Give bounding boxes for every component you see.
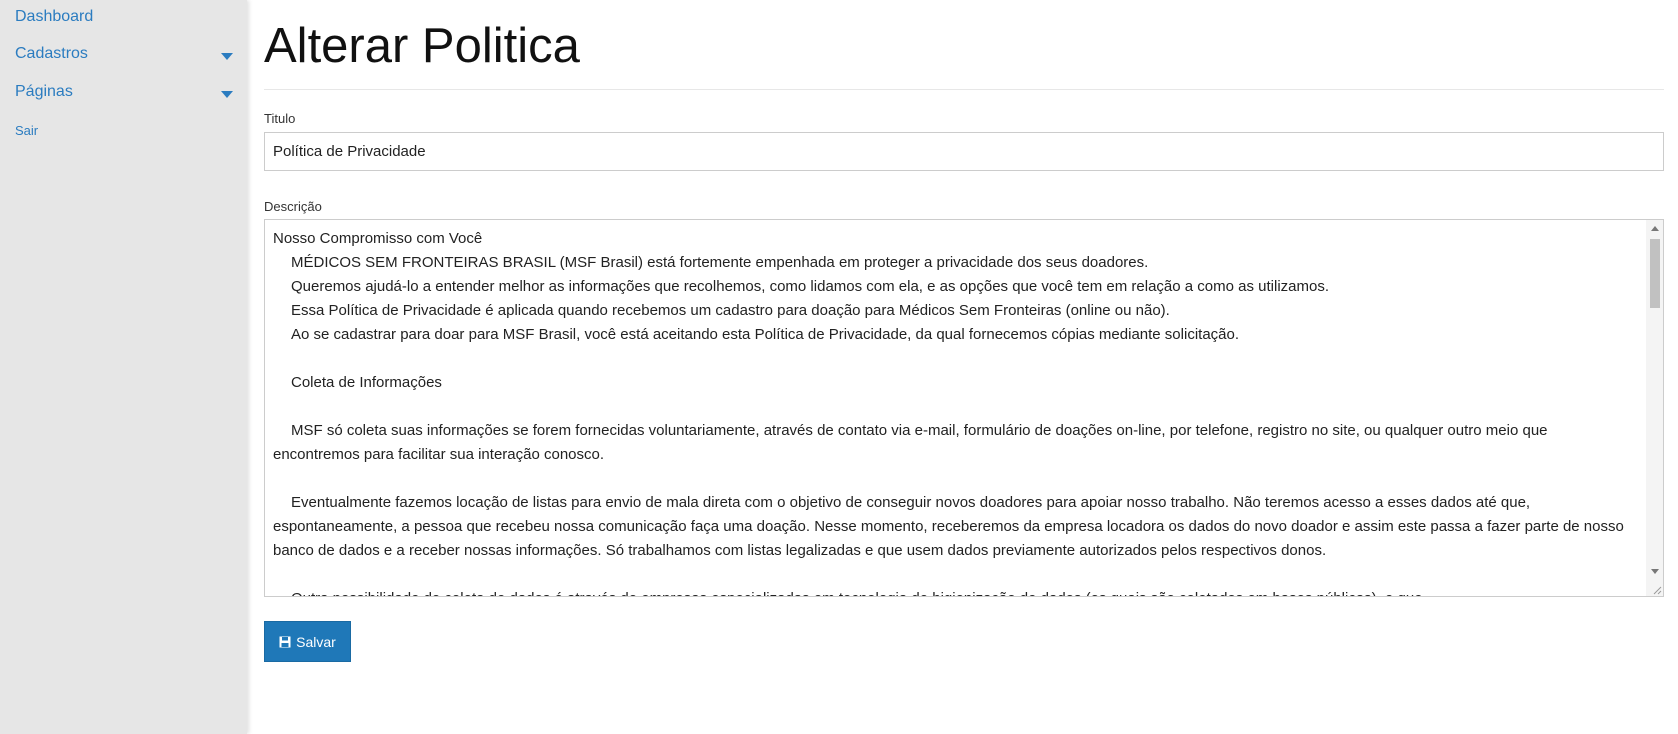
descricao-text: Nosso Compromisso com Você MÉDICOS SEM F… (273, 227, 1638, 596)
scroll-up-arrow-icon[interactable] (1651, 226, 1659, 231)
floppy-disk-icon (279, 636, 291, 647)
titulo-label: Titulo (264, 111, 296, 126)
scroll-down-arrow-icon[interactable] (1651, 569, 1659, 574)
descricao-line: Ao se cadastrar para doar para MSF Brasi… (291, 326, 1240, 343)
descricao-line: MSF só coleta suas informações se forem … (273, 422, 1548, 463)
descricao-line: Nosso Compromisso com Você (273, 230, 483, 247)
divider (264, 89, 1664, 90)
descricao-line: Eventualmente fazemos locação de listas … (273, 494, 1624, 559)
sidebar-item-sair[interactable]: Sair (15, 123, 38, 138)
descricao-blank-line (273, 563, 1638, 587)
descricao-blank-line (273, 347, 1638, 371)
descricao-line: Coleta de Informações (291, 374, 442, 391)
caret-down-icon[interactable] (221, 53, 233, 60)
sidebar: Dashboard Cadastros Páginas Sair (0, 0, 247, 734)
save-button-label: Salvar (296, 633, 336, 650)
textarea-scrollbar[interactable] (1646, 220, 1663, 596)
caret-down-icon[interactable] (221, 91, 233, 98)
sidebar-item-paginas[interactable]: Páginas (15, 83, 73, 101)
descricao-blank-line (273, 395, 1638, 419)
titulo-input[interactable] (264, 132, 1664, 171)
descricao-label: Descrição (264, 199, 322, 214)
descricao-line: Queremos ajudá-lo a entender melhor as i… (291, 278, 1330, 295)
resize-handle-icon[interactable] (1652, 585, 1662, 595)
page-title: Alterar Politica (264, 19, 580, 73)
sidebar-item-cadastros[interactable]: Cadastros (15, 45, 88, 63)
scroll-thumb[interactable] (1650, 239, 1660, 308)
descricao-line: Essa Política de Privacidade é aplicada … (291, 302, 1170, 319)
descricao-line: Outra possibilidade de coleta de dados é… (273, 587, 1638, 596)
descricao-textarea[interactable]: Nosso Compromisso com Você MÉDICOS SEM F… (264, 219, 1664, 597)
main-content: Alterar Politica Titulo Descrição Nosso … (264, 0, 1664, 734)
save-button[interactable]: Salvar (264, 621, 351, 662)
descricao-blank-line (273, 467, 1638, 491)
sidebar-item-dashboard[interactable]: Dashboard (15, 8, 93, 26)
descricao-line: MÉDICOS SEM FRONTEIRAS BRASIL (MSF Brasi… (291, 254, 1149, 271)
